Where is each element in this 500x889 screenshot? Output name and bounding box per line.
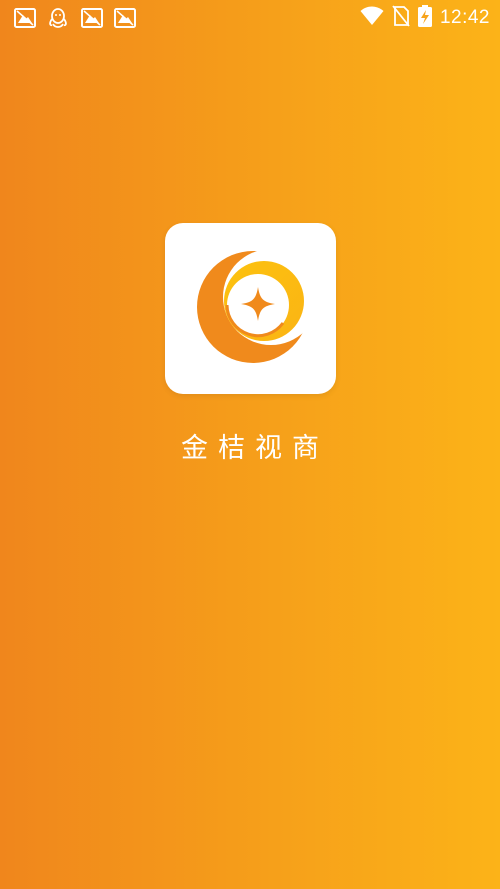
photo-icon <box>81 7 103 29</box>
photo-icon <box>14 7 36 29</box>
no-sim-icon <box>392 4 410 32</box>
photo-icon <box>114 7 136 29</box>
status-time: 12:42 <box>439 7 490 28</box>
system-tray: 12:42 <box>360 0 490 36</box>
wifi-icon <box>360 6 384 31</box>
qq-icon <box>47 7 69 29</box>
jinju-logo-icon <box>197 249 319 363</box>
battery-charging-icon <box>417 4 432 32</box>
status-bar: 12:42 <box>0 0 500 36</box>
app-logo-card <box>165 223 336 394</box>
app-name: 金桔视商 <box>181 433 329 464</box>
